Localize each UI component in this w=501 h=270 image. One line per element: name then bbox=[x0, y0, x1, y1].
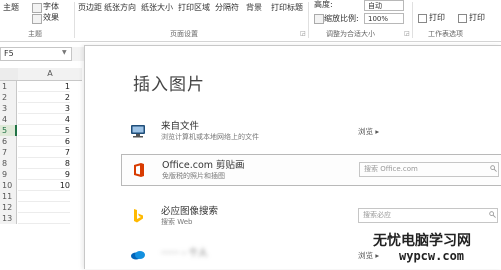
browse-button[interactable]: 浏览 ▸ bbox=[358, 250, 379, 261]
row-header[interactable]: 7 bbox=[0, 147, 17, 158]
cell[interactable]: 2 bbox=[18, 92, 70, 103]
orientation-button[interactable]: 纸张方向 bbox=[104, 3, 136, 13]
option-name: 来自文件 bbox=[161, 121, 200, 132]
row-header[interactable]: 9 bbox=[0, 169, 17, 180]
row-header[interactable]: 8 bbox=[0, 158, 17, 169]
office-search-input[interactable]: 搜索 Office.com bbox=[359, 162, 499, 177]
row-header[interactable]: 2 bbox=[0, 92, 17, 103]
print-titles-button[interactable]: 打印标题 bbox=[271, 3, 303, 13]
option-name: 必应图像搜索 bbox=[161, 206, 219, 217]
cell[interactable]: 8 bbox=[18, 158, 70, 169]
table-row[interactable]: 77 bbox=[0, 147, 82, 158]
option-name: ······ - 个人 bbox=[161, 248, 208, 259]
row-header[interactable]: 6 bbox=[0, 136, 17, 147]
row-header[interactable]: 4 bbox=[0, 114, 17, 125]
table-row[interactable]: 88 bbox=[0, 158, 82, 169]
option-from-file[interactable]: 来自文件 浏览计算机或本地网络上的文件 浏览 ▸ bbox=[121, 116, 501, 148]
cell[interactable]: 4 bbox=[18, 114, 70, 125]
ribbon: 主题 字体 效果 主题 页边距 纸张方向 纸张大小 打印区域 分隔符 背景 打印… bbox=[0, 0, 501, 42]
row-header[interactable]: 3 bbox=[0, 103, 17, 114]
onedrive-icon bbox=[131, 251, 145, 260]
cell[interactable]: 7 bbox=[18, 147, 70, 158]
chevron-down-icon[interactable]: ▼ bbox=[62, 49, 67, 56]
watermark-title: 无忧电脑学习网 bbox=[373, 233, 471, 249]
height-select[interactable]: 自动 bbox=[364, 0, 404, 11]
office-icon bbox=[134, 163, 144, 177]
formula-bar-edge bbox=[72, 47, 84, 61]
table-row[interactable]: 11 bbox=[0, 81, 82, 92]
ribbon-divider bbox=[308, 2, 309, 38]
worksheet-grid[interactable]: A 1 1 2 2 3 3 4 4 5 5 6 6 7 7 8 8 9 9 10 10 11 12 13 bbox=[0, 68, 82, 268]
ribbon-divider bbox=[74, 2, 75, 38]
cell[interactable]: 1 bbox=[18, 81, 70, 92]
browse-button[interactable]: 浏览 ▸ bbox=[358, 126, 379, 137]
page-setup-launcher-icon[interactable]: ◲ bbox=[300, 30, 306, 37]
cell[interactable] bbox=[18, 202, 70, 213]
option-description: 搜索 Web bbox=[161, 218, 193, 226]
table-row[interactable]: 33 bbox=[0, 103, 82, 114]
column-header-a[interactable]: A bbox=[18, 68, 82, 81]
headings-print-label: 打印 bbox=[469, 13, 485, 22]
ribbon-divider bbox=[412, 2, 413, 38]
fonts-button[interactable]: 字体 bbox=[43, 2, 59, 12]
height-label: 高度: bbox=[314, 0, 333, 9]
group-label-scale-to-fit: 调整为合适大小 bbox=[326, 30, 375, 38]
computer-icon bbox=[131, 125, 145, 138]
themes-button[interactable]: 主题 bbox=[3, 3, 19, 13]
table-row[interactable]: 11 bbox=[0, 191, 82, 202]
cell[interactable]: 10 bbox=[18, 180, 70, 191]
gridlines-print-label: 打印 bbox=[429, 13, 445, 22]
table-row[interactable]: 66 bbox=[0, 136, 82, 147]
option-bing-search[interactable]: 必应图像搜索 搜索 Web 搜索必应 bbox=[121, 201, 501, 233]
margins-button[interactable]: 页边距 bbox=[78, 3, 102, 13]
table-row[interactable]: 55 bbox=[0, 125, 82, 136]
effects-button[interactable]: 效果 bbox=[43, 13, 59, 23]
option-name: Office.com 剪贴画 bbox=[162, 160, 245, 171]
cell[interactable]: 9 bbox=[18, 169, 70, 180]
breaks-button[interactable]: 分隔符 bbox=[215, 3, 239, 13]
dialog-title: 插入图片 bbox=[133, 75, 205, 95]
cell[interactable]: 6 bbox=[18, 136, 70, 147]
scale-label: 缩放比例: bbox=[324, 14, 359, 23]
select-all-corner[interactable] bbox=[0, 68, 19, 81]
group-label-page-setup: 页面设置 bbox=[170, 30, 198, 38]
row-header[interactable]: 10 bbox=[0, 180, 17, 191]
row-header[interactable]: 13 bbox=[0, 213, 17, 224]
fonts-icon bbox=[32, 3, 42, 13]
print-area-button[interactable]: 打印区域 bbox=[178, 3, 210, 13]
size-button[interactable]: 纸张大小 bbox=[141, 3, 173, 13]
table-row[interactable]: 13 bbox=[0, 213, 82, 224]
cell[interactable]: 3 bbox=[18, 103, 70, 114]
option-description: 免版税的照片和插图 bbox=[162, 172, 225, 180]
watermark-url: wypcw.com bbox=[399, 249, 465, 263]
bing-search-input[interactable]: 搜索必应 bbox=[358, 208, 498, 223]
scale-input[interactable]: 100% bbox=[364, 13, 404, 24]
scale-launcher-icon[interactable]: ◲ bbox=[404, 30, 410, 37]
row-header[interactable]: 1 bbox=[0, 81, 17, 92]
effects-icon bbox=[32, 14, 42, 24]
background-button[interactable]: 背景 bbox=[246, 3, 262, 13]
row-header[interactable]: 12 bbox=[0, 202, 17, 213]
table-row[interactable]: 10 10 bbox=[0, 180, 82, 191]
group-label-sheet-options: 工作表选项 bbox=[428, 30, 463, 38]
table-row[interactable]: 44 bbox=[0, 114, 82, 125]
option-description: 浏览计算机或本地网络上的文件 bbox=[161, 133, 259, 141]
gridlines-print-checkbox[interactable] bbox=[418, 14, 427, 23]
cell[interactable] bbox=[18, 213, 70, 224]
search-icon[interactable] bbox=[490, 165, 497, 172]
headings-print-checkbox[interactable] bbox=[458, 14, 467, 23]
table-row[interactable]: 22 bbox=[0, 92, 82, 103]
search-icon[interactable] bbox=[489, 211, 496, 218]
row-header[interactable]: 11 bbox=[0, 191, 17, 202]
row-header[interactable]: 5 bbox=[0, 125, 17, 136]
table-row[interactable]: 99 bbox=[0, 169, 82, 180]
cell[interactable] bbox=[18, 191, 70, 202]
table-row[interactable]: 12 bbox=[0, 202, 82, 213]
option-office-clipart[interactable]: Office.com 剪贴画 免版税的照片和插图 搜索 Office.com bbox=[121, 154, 501, 186]
bing-icon bbox=[134, 209, 143, 223]
scale-icon bbox=[314, 14, 324, 24]
cell[interactable]: 5 bbox=[18, 125, 70, 136]
group-label-theme: 主题 bbox=[28, 30, 42, 38]
